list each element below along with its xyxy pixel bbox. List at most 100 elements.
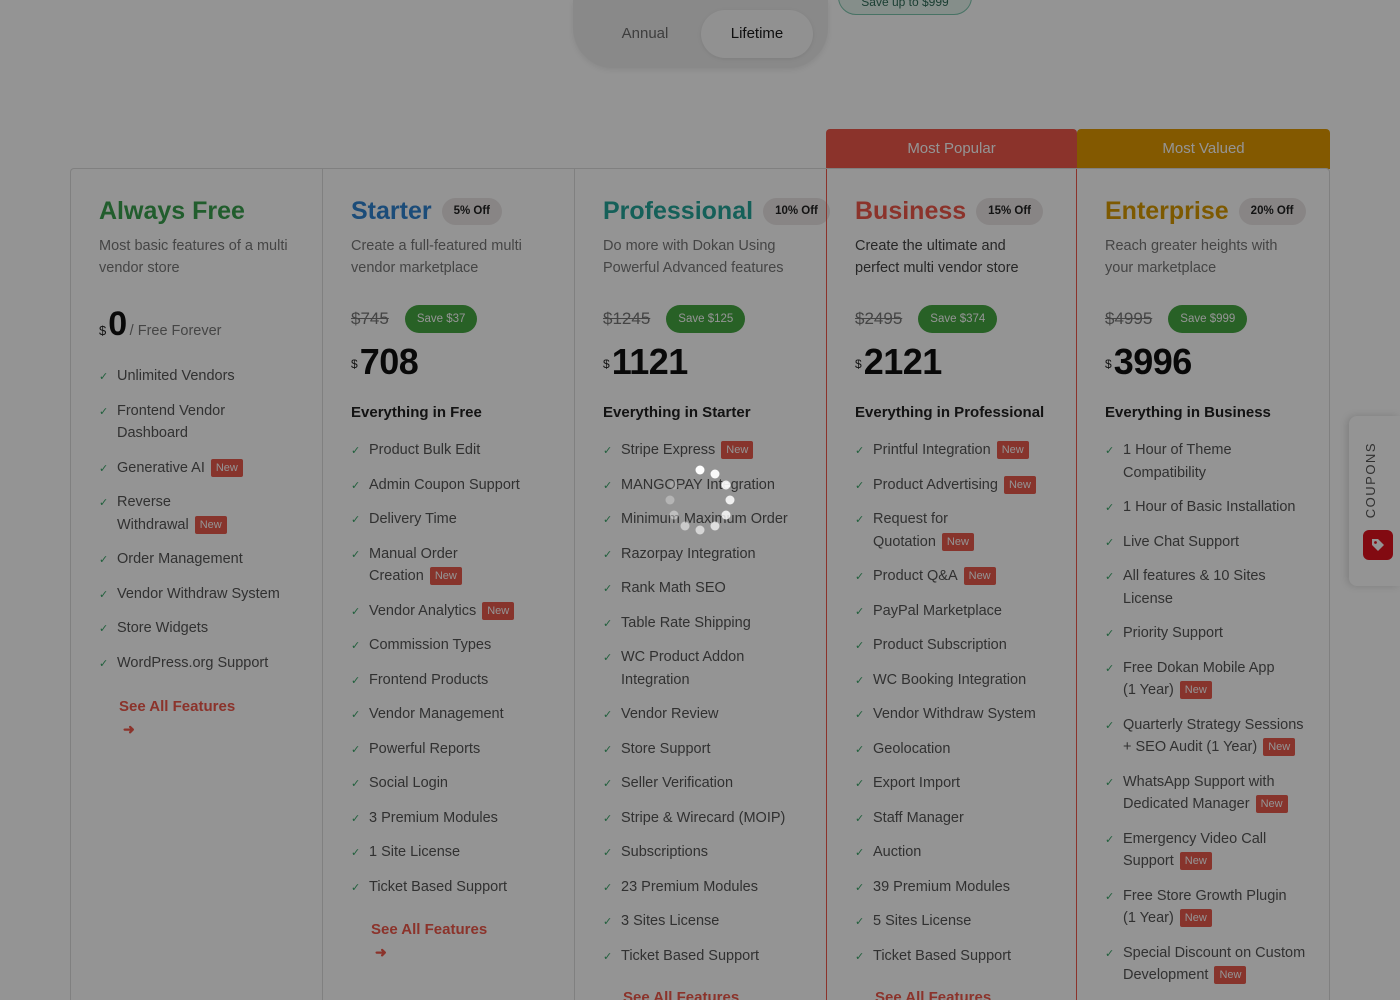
check-icon: ✓	[351, 709, 361, 721]
list-item: ✓ Generative AI New	[99, 457, 299, 480]
plan-name: Professional	[603, 197, 754, 225]
list-item: ✓ Live Chat Support	[1105, 531, 1313, 554]
new-badge: New	[996, 441, 1029, 459]
list-item: ✓ All features & 10 Sites License	[1105, 568, 1266, 607]
arrow-right-icon: ➜	[375, 944, 387, 960]
arrow-right-icon: ➜	[123, 721, 135, 737]
check-icon: ✓	[99, 657, 109, 670]
plan-description: Reach greater heights with your marketpl…	[1105, 238, 1278, 276]
discount-badge: 20% Off	[1238, 198, 1306, 225]
check-icon: ✓	[603, 881, 613, 894]
discount-badge: 10% Off	[763, 198, 830, 225]
check-icon: ✓	[99, 462, 109, 475]
list-item: ✓ Vendor Withdraw System	[855, 703, 1060, 726]
coupons-tab[interactable]: COUPONS	[1349, 416, 1400, 586]
list-item: ✓ Frontend Vendor Dashboard	[99, 402, 226, 442]
currency-symbol: $	[99, 323, 107, 338]
new-badge: New	[210, 458, 243, 477]
check-icon: ✓	[603, 617, 613, 630]
most-popular-ribbon: Most Popular	[826, 129, 1077, 169]
list-item: ✓ 1 Hour of Basic Installation	[1105, 496, 1313, 519]
see-all-features-link[interactable]: See All Features ➜	[119, 696, 235, 740]
plan-name: Always Free	[99, 197, 245, 225]
list-item: ✓ Vendor Review	[603, 703, 808, 726]
list-item: ✓ Emergency Video Call Support New	[1105, 830, 1267, 870]
save-hint-bubble: Save up to $999	[838, 0, 972, 15]
list-item: ✓ Seller Verification	[603, 772, 808, 795]
check-icon: ✓	[351, 674, 361, 687]
check-icon: ✓	[351, 847, 361, 859]
check-icon: ✓	[1105, 947, 1115, 960]
check-icon: ✓	[603, 548, 613, 561]
new-badge: New	[1179, 909, 1212, 927]
list-item: ✓ Ticket Based Support	[855, 945, 1060, 968]
new-badge: New	[429, 567, 462, 585]
most-valued-ribbon: Most Valued	[1077, 129, 1330, 169]
list-item: ✓ Stripe & Wirecard (MOIP)	[603, 807, 808, 830]
plan-price: $ 0 / Free Forever	[99, 305, 222, 344]
features-heading: Everything in Free	[351, 404, 482, 421]
toggle-annual[interactable]: Annual	[593, 10, 697, 58]
list-item: ✓ Admin Coupon Support	[351, 474, 556, 497]
list-item: ✓ 1 Site License	[351, 841, 556, 864]
list-item: ✓ WhatsApp Support with Dedicated Manager…	[1105, 771, 1290, 816]
check-icon: ✓	[603, 514, 613, 526]
check-icon: ✓	[603, 709, 613, 721]
list-item: ✓ Subscriptions	[603, 841, 808, 864]
check-icon: ✓	[1105, 628, 1115, 640]
check-icon: ✓	[351, 640, 361, 652]
original-price-row: $4995 Save $999	[1105, 305, 1248, 333]
plan-description: Most basic features of a multi vendor st…	[99, 238, 288, 276]
plan-free: Always Free Most basic features of a mul…	[71, 169, 323, 1000]
original-price: $2495	[855, 309, 903, 328]
new-badge: New	[1179, 681, 1212, 699]
list-item: ✓ 23 Premium Modules	[603, 876, 808, 899]
list-item: ✓ Stripe Express New	[603, 439, 808, 462]
original-price-row: $1245 Save $125	[603, 305, 746, 333]
check-icon: ✓	[351, 812, 361, 825]
plan-price: $1121	[603, 341, 688, 383]
list-item: ✓ Printful Integration New	[855, 439, 1060, 462]
check-icon: ✓	[1105, 536, 1115, 549]
list-item: ✓ 39 Premium Modules	[855, 876, 1060, 899]
see-all-features-link[interactable]: See All Features	[875, 987, 991, 1000]
check-icon: ✓	[855, 847, 865, 859]
see-all-features-link[interactable]: See All Features ➜	[371, 919, 487, 963]
check-icon: ✓	[1105, 776, 1115, 789]
original-price: $1245	[603, 309, 651, 328]
price-amount: 0	[108, 305, 127, 343]
list-item: ✓ Product Bulk Edit	[351, 439, 556, 462]
check-icon: ✓	[351, 743, 361, 756]
currency-symbol: $	[1105, 357, 1112, 371]
list-item: ✓ Store Widgets	[99, 617, 299, 640]
new-badge: New	[963, 567, 996, 585]
loading-spinner-icon	[665, 465, 735, 535]
check-icon: ✓	[603, 479, 613, 492]
list-item: ✓ Priority Support	[1105, 622, 1313, 645]
currency-symbol: $	[603, 357, 610, 371]
check-icon: ✓	[1105, 445, 1115, 457]
see-all-features-link[interactable]: See All Features	[623, 987, 739, 1000]
check-icon: ✓	[855, 709, 865, 721]
check-icon: ✓	[99, 497, 109, 509]
check-icon: ✓	[855, 812, 865, 825]
currency-symbol: $	[351, 357, 358, 371]
check-icon: ✓	[855, 916, 865, 928]
toggle-lifetime[interactable]: Lifetime	[701, 10, 813, 58]
plan-name: Starter	[351, 197, 432, 225]
new-badge: New	[1003, 475, 1036, 494]
plan-description: Create a full-featured multi vendor mark…	[351, 238, 522, 276]
feature-list: ✓ Unlimited Vendors ✓ Frontend Vendor Dash…	[99, 365, 299, 686]
check-icon: ✓	[855, 479, 865, 492]
list-item: ✓ Table Rate Shipping	[603, 612, 808, 635]
check-icon: ✓	[351, 479, 361, 492]
list-item: ✓ Ticket Based Support	[603, 945, 808, 968]
plan-name: Enterprise	[1105, 197, 1229, 225]
check-icon: ✓	[603, 778, 613, 790]
check-icon: ✓	[1105, 502, 1115, 514]
list-item: ✓ Rank Math SEO	[603, 577, 808, 600]
list-item: ✓ WC Product Addon Integration	[603, 649, 745, 688]
discount-badge: 5% Off	[441, 198, 503, 225]
plan-description: Do more with Dokan Using Powerful Advanc…	[603, 238, 784, 276]
list-item: ✓ Quarterly Strategy Sessions + SEO Audit…	[1105, 716, 1304, 756]
